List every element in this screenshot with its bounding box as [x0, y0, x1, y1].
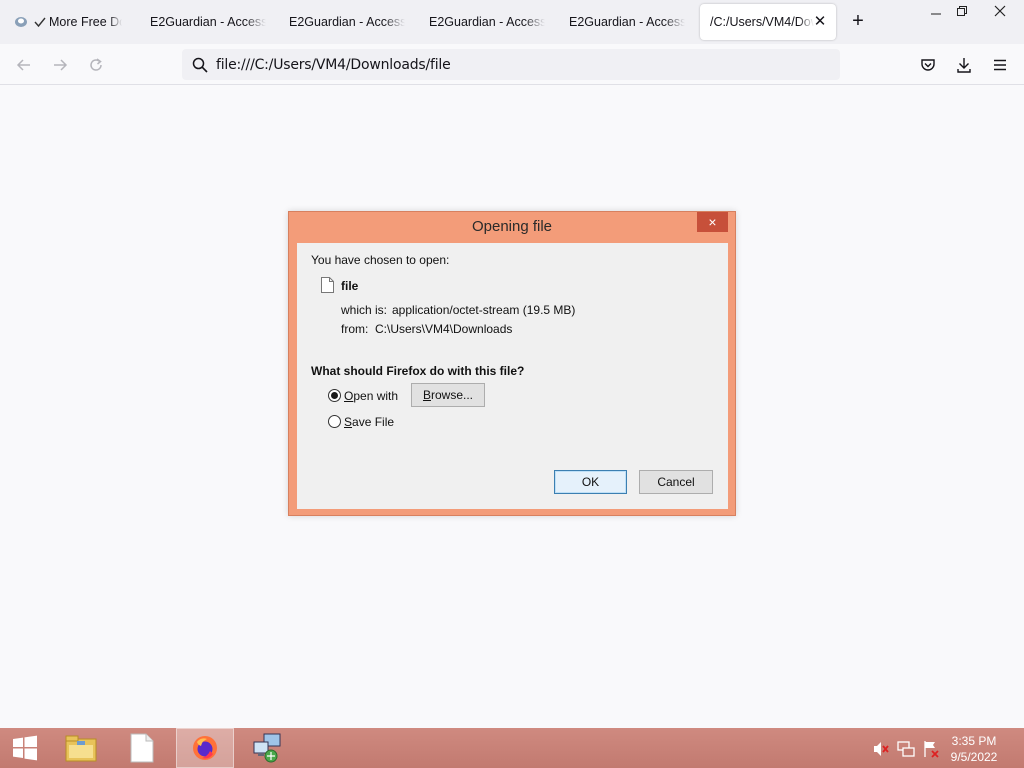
tab-title: E2Guardian - Access D: [429, 15, 545, 29]
tab-strip: More Free Dow E2Guardian - Access D E2Gu…: [0, 0, 1024, 44]
question-text: What should Firefox do with this file?: [311, 364, 525, 378]
which-is-label: which is:: [341, 303, 388, 317]
taskbar-firefox[interactable]: [176, 728, 234, 768]
download-icon: [957, 58, 971, 73]
pocket-icon: [921, 59, 935, 71]
hamburger-menu-icon: [994, 59, 1006, 71]
save-file-label[interactable]: Save File: [344, 415, 394, 429]
volume-muted-icon[interactable]: [872, 740, 890, 758]
tab-more-free-downloads[interactable]: More Free Dow: [4, 4, 132, 40]
taskbar-blank-file[interactable]: [113, 728, 171, 768]
downloads-button[interactable]: [951, 52, 977, 78]
which-is-value: application/octet-stream (19.5 MB): [392, 303, 576, 317]
address-bar[interactable]: file:///C:/Users/VM4/Downloads/file: [182, 49, 840, 80]
tab-title: More Free Dow: [49, 15, 122, 29]
tab-e2guardian-2[interactable]: E2Guardian - Access D: [279, 4, 415, 40]
forward-button[interactable]: [47, 52, 73, 78]
menu-button[interactable]: [987, 52, 1013, 78]
tab-e2guardian-3[interactable]: E2Guardian - Access D: [419, 4, 555, 40]
arrow-left-icon: [16, 59, 30, 71]
back-button[interactable]: [11, 52, 37, 78]
open-with-label[interactable]: Open with: [344, 389, 398, 403]
action-center-flag-icon[interactable]: [922, 740, 940, 758]
search-icon: [185, 57, 215, 73]
from-value: C:\Users\VM4\Downloads: [375, 322, 513, 336]
open-with-label-text: pen with: [353, 389, 399, 403]
browse-button[interactable]: Browse...: [411, 383, 485, 407]
network-computer-icon: [253, 733, 281, 763]
file-name: file: [341, 279, 359, 293]
clock-time: 3:35 PM: [951, 734, 997, 748]
tab-title: E2Guardian - Access D: [569, 15, 685, 29]
arrow-right-icon: [54, 59, 68, 71]
browse-label-text: rowse...: [431, 388, 474, 402]
site-favicon-icon: [14, 15, 30, 29]
firefox-icon: [193, 736, 217, 760]
opening-file-dialog: Opening file × You have chosen to open: …: [288, 211, 736, 516]
document-icon: [130, 733, 154, 763]
check-icon: [34, 16, 46, 28]
cancel-button[interactable]: Cancel: [639, 470, 713, 494]
url-text: file:///C:/Users/VM4/Downloads/file: [216, 56, 451, 73]
open-with-radio[interactable]: [328, 389, 341, 402]
taskbar-network-app[interactable]: [238, 728, 296, 768]
clock-date: 9/5/2022: [950, 750, 998, 764]
reload-button[interactable]: [83, 52, 109, 78]
tab-title: E2Guardian - Access D: [289, 15, 405, 29]
system-clock[interactable]: 3:35 PM 9/5/2022: [944, 733, 1004, 765]
ok-button[interactable]: OK: [554, 470, 627, 494]
windows-logo-icon: [13, 735, 37, 761]
tab-active-file[interactable]: /C:/Users/VM4/Dow ✕: [700, 4, 836, 40]
dialog-title: Opening file: [471, 218, 553, 235]
folder-icon: [65, 735, 97, 762]
new-tab-button[interactable]: +: [847, 11, 869, 33]
start-button[interactable]: [0, 728, 50, 768]
tab-title: /C:/Users/VM4/Dow: [710, 15, 814, 29]
pocket-button[interactable]: [915, 52, 941, 78]
tab-title: E2Guardian - Access D: [150, 15, 266, 29]
close-tab-icon[interactable]: ✕: [812, 14, 828, 30]
save-file-label-text: ave File: [352, 415, 395, 429]
close-window-button[interactable]: [984, 0, 1016, 22]
tab-e2guardian-1[interactable]: E2Guardian - Access D: [140, 4, 276, 40]
intro-text: You have chosen to open:: [311, 253, 450, 267]
file-icon: [321, 277, 334, 296]
taskbar: 3:35 PM 9/5/2022: [0, 728, 1024, 768]
reload-icon: [90, 58, 102, 71]
save-file-radio[interactable]: [328, 415, 341, 428]
tab-e2guardian-4[interactable]: E2Guardian - Access D: [559, 4, 695, 40]
dialog-body: You have chosen to open: file which is: …: [297, 243, 728, 509]
from-label: from:: [341, 322, 369, 336]
taskbar-file-explorer[interactable]: [52, 728, 110, 768]
navigation-toolbar: file:///C:/Users/VM4/Downloads/file: [0, 44, 1024, 85]
network-icon[interactable]: [897, 740, 915, 758]
restore-window-button[interactable]: [946, 0, 978, 22]
dialog-close-button[interactable]: ×: [697, 212, 728, 232]
